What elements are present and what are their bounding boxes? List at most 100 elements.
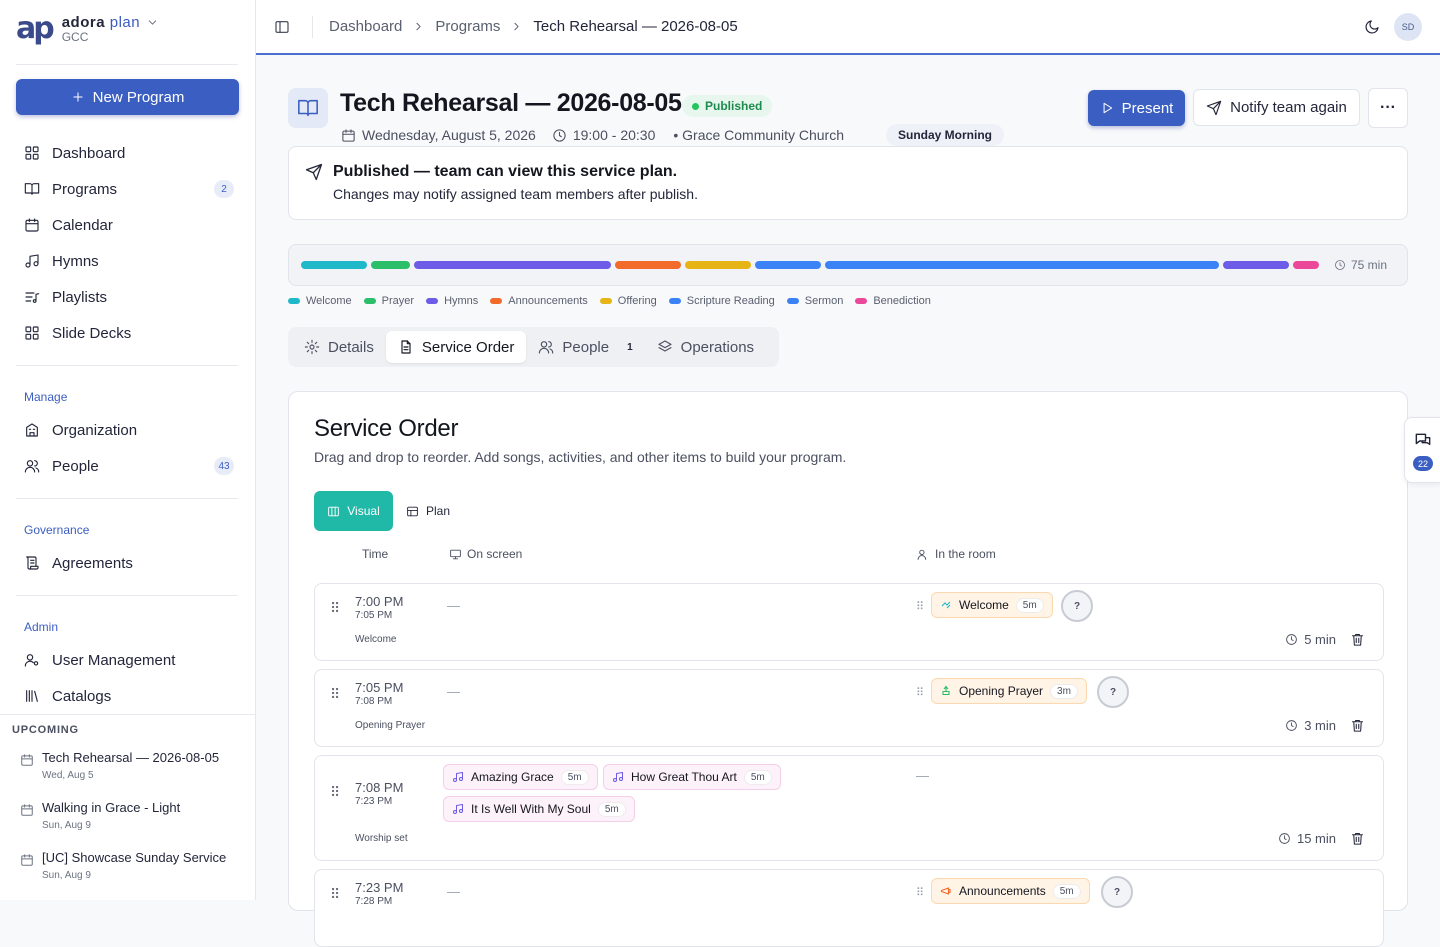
song-minutes: 5m: [560, 769, 589, 785]
room-chip[interactable]: Opening Prayer 3m: [931, 678, 1087, 704]
unassigned-avatar[interactable]: ?: [1101, 876, 1133, 908]
new-program-button[interactable]: New Program: [16, 79, 239, 115]
tab-operations[interactable]: Operations: [645, 331, 766, 363]
notify-team-button[interactable]: Notify team again: [1193, 89, 1360, 126]
song-chip[interactable]: It Is Well With My Soul 5m: [443, 796, 635, 822]
nav-label: Hymns: [52, 252, 99, 270]
tab-details[interactable]: Details: [292, 331, 386, 363]
room-chip-label: Announcements: [959, 884, 1046, 898]
nav-label: User Management: [52, 651, 176, 669]
room-chip[interactable]: Welcome 5m: [931, 592, 1053, 618]
upcoming-item[interactable]: Walking in Grace - Light Sun, Aug 9: [20, 800, 240, 831]
service-item-row[interactable]: ⠿ 7:08 PM 7:23 PM Worship set Amazing Gr…: [314, 755, 1384, 861]
grid-icon: [25, 146, 39, 160]
legend-item: Benediction: [855, 295, 931, 307]
avatar[interactable]: SD: [1394, 13, 1422, 41]
drag-handle-icon[interactable]: ⠿: [916, 600, 924, 613]
drag-handle-icon[interactable]: ⠿: [330, 784, 340, 801]
nav-calendar[interactable]: Calendar: [16, 207, 238, 243]
plus-icon: [73, 92, 83, 102]
upcoming-title: UPCOMING: [12, 724, 79, 736]
song-minutes: 5m: [597, 801, 626, 817]
room-chip-minutes: 5m: [1015, 597, 1044, 613]
service-item-row[interactable]: ⠿ 7:05 PM 7:08 PM Opening Prayer — ⠿ Ope…: [314, 669, 1384, 747]
nav-catalogs[interactable]: Catalogs: [16, 678, 238, 714]
scroll-icon: [26, 556, 39, 570]
legend-item: Announcements: [490, 295, 588, 307]
nav-user-management[interactable]: User Management: [16, 642, 238, 678]
service-item-row[interactable]: ⠿ 7:23 PM 7:28 PM — ⠿ Announcements 5m ?: [314, 869, 1384, 947]
users-icon: [24, 460, 40, 473]
item-duration: 15 min: [1278, 831, 1365, 846]
admin-section-title: Admin: [24, 620, 59, 634]
main-nav: Dashboard Programs 2 Calendar Hymns Play…: [16, 135, 238, 351]
program-meta: Wednesday, August 5, 2026 19:00 - 20:30 …: [341, 125, 844, 145]
calendar-icon: [25, 218, 39, 232]
room-chip-minutes: 5m: [1052, 883, 1081, 899]
sidebar: ap adora plan GCC New Program Dashboard …: [0, 0, 256, 900]
song-chip[interactable]: Amazing Grace 5m: [443, 764, 598, 790]
breadcrumb-programs[interactable]: Programs: [435, 18, 500, 35]
comments-panel-toggle[interactable]: 22: [1404, 417, 1440, 483]
app-logo: ap: [16, 11, 55, 46]
upcoming-item[interactable]: [UC] Showcase Sunday Service Sun, Aug 9: [20, 850, 240, 881]
present-button[interactable]: Present: [1088, 90, 1185, 126]
drag-handle-icon[interactable]: ⠿: [916, 686, 924, 699]
item-end-time: 7:23 PM: [355, 796, 393, 807]
drag-handle-icon[interactable]: ⠿: [330, 886, 340, 903]
program-location: • Grace Community Church: [673, 127, 844, 143]
nav-slide-decks[interactable]: Slide Decks: [16, 315, 238, 351]
unassigned-avatar[interactable]: ?: [1061, 590, 1093, 622]
on-screen-empty: —: [447, 684, 460, 699]
chevron-down-icon: [148, 20, 157, 25]
drag-handle-icon[interactable]: ⠿: [330, 600, 340, 617]
song-chip[interactable]: How Great Thou Art 5m: [603, 764, 781, 790]
status-badge: Published: [682, 95, 773, 117]
clock-icon: [1279, 833, 1290, 844]
nav-hymns[interactable]: Hymns: [16, 243, 238, 279]
drag-handle-icon[interactable]: ⠿: [916, 886, 924, 899]
nav-dashboard[interactable]: Dashboard: [16, 135, 238, 171]
nav-label: Dashboard: [52, 144, 126, 162]
item-duration: 3 min: [1285, 718, 1365, 733]
nav-agreements[interactable]: Agreements: [16, 545, 238, 581]
service-item-row[interactable]: ⠿ 7:00 PM 7:05 PM Welcome — ⠿ Welcome 5m…: [314, 583, 1384, 661]
breadcrumb-dashboard[interactable]: Dashboard: [329, 18, 402, 35]
chat-icon: [1415, 433, 1431, 446]
item-start-time: 7:23 PM: [355, 880, 404, 895]
play-icon: [1103, 102, 1112, 114]
drag-handle-icon[interactable]: ⠿: [330, 686, 340, 703]
org-switcher[interactable]: ap adora plan GCC: [16, 11, 157, 46]
legend-item: Prayer: [363, 295, 414, 307]
timeline-segment: [301, 261, 367, 269]
megaphone-icon: [940, 887, 951, 895]
plan-label: Plan: [426, 504, 451, 518]
table-icon: [407, 506, 418, 516]
sidebar-toggle-icon[interactable]: [274, 19, 290, 35]
upcoming-date: Wed, Aug 5: [42, 770, 94, 781]
more-options-button[interactable]: ···: [1368, 88, 1408, 128]
upcoming-item[interactable]: Tech Rehearsal — 2026-08-05 Wed, Aug 5: [20, 750, 240, 781]
unassigned-avatar[interactable]: ?: [1097, 676, 1129, 708]
handshake-icon: [941, 601, 951, 609]
room-chip[interactable]: Announcements 5m: [931, 878, 1090, 904]
moon-icon[interactable]: [1364, 19, 1380, 35]
service-order-card: Service Order Drag and drop to reorder. …: [288, 391, 1408, 947]
nav-people[interactable]: People 43: [16, 448, 238, 484]
tab-people[interactable]: People 1: [526, 331, 644, 363]
plan-view-button[interactable]: Plan: [406, 491, 450, 531]
upcoming-title-text: Walking in Grace - Light: [42, 800, 181, 815]
trash-icon[interactable]: [1350, 831, 1365, 846]
tab-service-order[interactable]: Service Order: [385, 331, 527, 363]
clock-icon: [1286, 634, 1298, 645]
trash-icon[interactable]: [1350, 718, 1365, 733]
book-icon: [24, 183, 40, 195]
document-icon: [401, 340, 411, 354]
notify-label: Notify team again: [1230, 99, 1347, 116]
nav-programs[interactable]: Programs 2: [16, 171, 238, 207]
trash-icon[interactable]: [1350, 632, 1365, 647]
visual-view-button[interactable]: Visual: [314, 491, 393, 531]
nav-organization[interactable]: Organization: [16, 412, 238, 448]
tab-label: Operations: [680, 338, 755, 356]
nav-playlists[interactable]: Playlists: [16, 279, 238, 315]
